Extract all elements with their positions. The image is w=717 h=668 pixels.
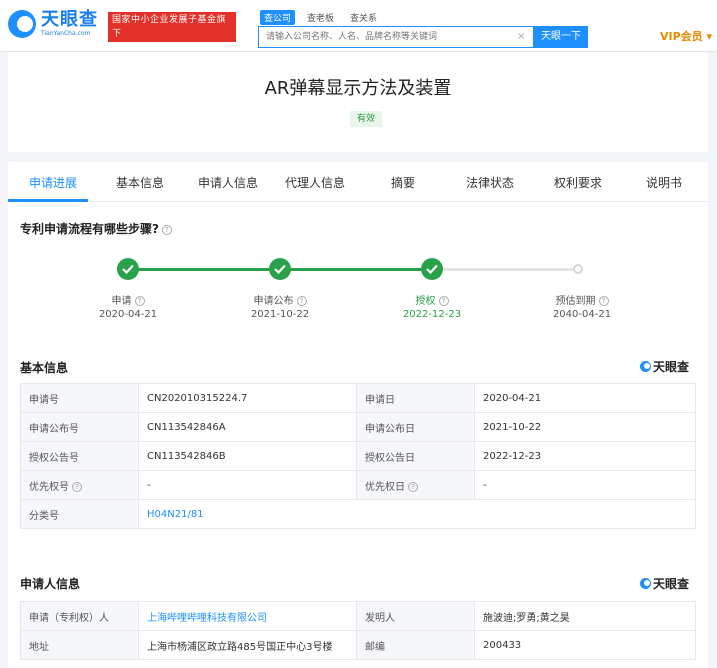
search-box: ×	[258, 26, 534, 48]
logo-eye-icon	[640, 361, 651, 372]
tab-claims[interactable]: 权利要求	[554, 174, 602, 191]
tab-basic-info[interactable]: 基本信息	[116, 174, 164, 191]
step-date: 2021-10-22	[250, 309, 310, 320]
table-row: 申请号 CN202010315224.7 申请日 2020-04-21	[20, 383, 696, 413]
help-icon[interactable]: ?	[134, 296, 145, 306]
table-row: 分类号 H04N21/81	[20, 499, 696, 529]
classification-link[interactable]: H04N21/81	[138, 499, 696, 529]
patent-detail-card: 申请进展 基本信息 申请人信息 代理人信息 摘要 法律状态 权利要求 说明书 专…	[8, 162, 708, 668]
vip-member-menu[interactable]: VIP会员 ▾	[660, 28, 712, 44]
logo-domain: TianYanCha.com	[41, 30, 91, 37]
help-icon[interactable]: ?	[598, 296, 609, 306]
top-header: 天眼查 TianYanCha.com 国家中小企业发展子基金旗下 官方备案企业征…	[0, 0, 717, 53]
applicant-company-link[interactable]: 上海哔哩哔哩科技有限公司	[138, 601, 357, 631]
logo-eye-icon	[640, 578, 651, 589]
step-label: 授权?	[382, 292, 482, 307]
clear-icon[interactable]: ×	[517, 31, 525, 42]
applicant-section-title: 申请人信息	[20, 577, 81, 591]
step-label: 申请公布?	[230, 292, 330, 307]
step-done-check-icon	[117, 258, 139, 280]
tab-legal-status[interactable]: 法律状态	[466, 174, 514, 191]
tab-progress[interactable]: 申请进展	[29, 174, 77, 191]
basic-info-section-title: 基本信息	[20, 361, 69, 375]
step-date: 2020-04-21	[98, 309, 158, 320]
help-icon[interactable]: ?	[438, 296, 449, 306]
active-tab-indicator	[8, 199, 88, 202]
search-tab-relation[interactable]: 查关系	[346, 10, 381, 25]
step-done-check-icon	[421, 258, 443, 280]
step-done-check-icon	[269, 258, 291, 280]
step-pending-circle-icon	[573, 264, 583, 274]
progress-track-pending	[433, 268, 578, 271]
tianyancha-watermark: 天眼查	[640, 575, 689, 592]
tab-description[interactable]: 说明书	[646, 174, 682, 191]
applicant-info-table: 申请（专利权）人 上海哔哩哔哩科技有限公司 发明人 施波迪;罗勇;黄之昊 地址 …	[20, 601, 696, 660]
tab-agent-info[interactable]: 代理人信息	[285, 174, 345, 191]
help-icon[interactable]: ?	[161, 224, 172, 235]
patent-title-card: AR弹幕显示方法及装置 有效	[8, 52, 708, 152]
detail-tabs: 申请进展 基本信息 申请人信息 代理人信息 摘要 法律状态 权利要求 说明书	[8, 162, 708, 202]
status-badge: 有效	[350, 111, 382, 127]
logo-eye-icon	[8, 10, 36, 38]
table-row: 授权公告号 CN113542846B 授权公告日 2022-12-23	[20, 441, 696, 471]
basic-info-table: 申请号 CN202010315224.7 申请日 2020-04-21 申请公布…	[20, 383, 696, 529]
table-row: 地址 上海市杨浦区政立路485号国正中心3号楼 邮编 200433	[20, 630, 696, 660]
patent-title: AR弹幕显示方法及装置	[264, 78, 452, 99]
tianyancha-watermark: 天眼查	[640, 358, 689, 375]
search-tab-boss[interactable]: 查老板	[303, 10, 338, 25]
search-tab-company[interactable]: 查公司	[260, 10, 296, 25]
step-date: 2040-04-21	[552, 309, 612, 320]
help-icon[interactable]: ?	[296, 296, 307, 306]
gov-badge: 国家中小企业发展子基金旗下 官方备案企业征信机构	[108, 12, 236, 53]
progress-section-title: 专利申请流程有哪些步骤??	[20, 220, 172, 237]
step-date: 2022-12-23	[402, 309, 462, 320]
search-tabs: 查公司 查老板 查关系	[260, 10, 381, 25]
table-row: 申请（专利权）人 上海哔哩哔哩科技有限公司 发明人 施波迪;罗勇;黄之昊	[20, 601, 696, 631]
help-icon[interactable]: ?	[408, 481, 418, 492]
search-button[interactable]: 天眼一下	[534, 26, 588, 48]
logo-text: 天眼查	[41, 9, 98, 30]
table-row: 优先权号? - 优先权日? -	[20, 470, 696, 500]
tab-applicant-info[interactable]: 申请人信息	[198, 174, 258, 191]
step-label: 申请?	[78, 292, 178, 307]
table-row: 申请公布号 CN113542846A 申请公布日 2021-10-22	[20, 412, 696, 442]
step-label: 预估到期?	[532, 292, 632, 307]
logo[interactable]: 天眼查 TianYanCha.com	[8, 10, 98, 38]
search-input[interactable]	[259, 27, 509, 47]
help-icon[interactable]: ?	[72, 481, 82, 492]
tab-abstract[interactable]: 摘要	[391, 174, 415, 191]
